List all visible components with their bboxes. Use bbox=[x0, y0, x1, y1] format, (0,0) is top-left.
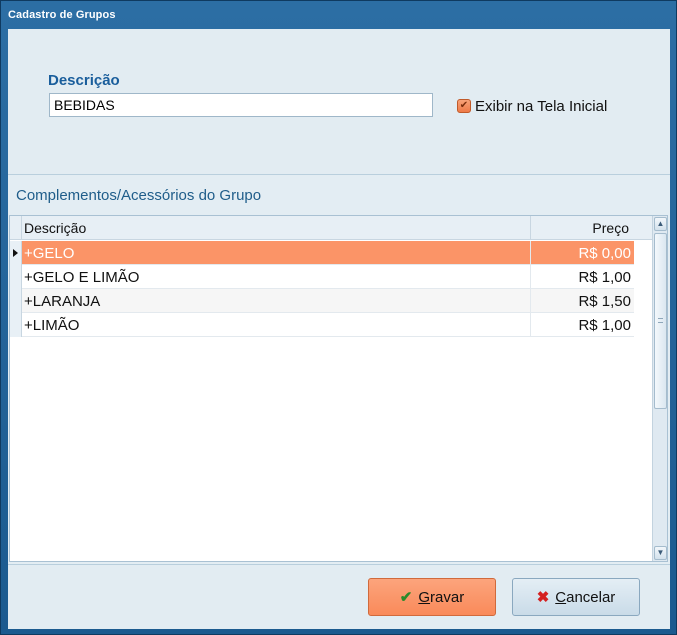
column-header-price[interactable]: Preço bbox=[592, 220, 629, 236]
save-button-label: Gravar bbox=[418, 589, 464, 606]
row-indicator bbox=[10, 241, 22, 265]
cancel-accelerator-key: C bbox=[555, 588, 567, 606]
scrollbar-thumb[interactable] bbox=[654, 233, 667, 409]
cell-price-wrap[interactable]: R$ 1,00 bbox=[530, 265, 634, 289]
grid-header: Descrição Preço bbox=[10, 216, 654, 240]
cell-price[interactable]: R$ 1,00 bbox=[578, 317, 631, 334]
button-bar: ✔ Gravar ✖ Cancelar bbox=[8, 564, 670, 629]
table-row[interactable]: +LARANJA R$ 1,50 bbox=[10, 289, 634, 313]
cancel-label-rest: ancelar bbox=[566, 588, 616, 606]
window-client-area: Descrição ✔ Exibir na Tela Inicial Compl… bbox=[8, 29, 670, 629]
scrollbar-grip-icon bbox=[658, 318, 663, 323]
cell-price-wrap[interactable]: R$ 1,00 bbox=[530, 313, 634, 337]
cell-description[interactable]: +GELO bbox=[24, 245, 74, 262]
save-button[interactable]: ✔ Gravar bbox=[368, 578, 496, 616]
cell-price-wrap[interactable]: R$ 1,50 bbox=[530, 289, 634, 313]
description-label: Descrição bbox=[48, 72, 120, 89]
grid-vertical-scrollbar[interactable]: ▲ ▼ bbox=[652, 216, 667, 561]
current-row-arrow-icon bbox=[13, 249, 18, 257]
complements-section-title: Complementos/Acessórios do Grupo bbox=[16, 187, 262, 204]
description-input[interactable] bbox=[49, 93, 433, 117]
table-row[interactable]: +GELO E LIMÃO R$ 1,00 bbox=[10, 265, 634, 289]
column-header-price-cell[interactable]: Preço bbox=[530, 216, 634, 240]
show-on-home-checkbox[interactable]: ✔ Exibir na Tela Inicial bbox=[457, 98, 607, 115]
cell-price[interactable]: R$ 0,00 bbox=[578, 245, 631, 262]
complements-grid[interactable]: Descrição Preço +GELO R$ 0,00 +GELO E LI… bbox=[9, 215, 668, 562]
row-indicator bbox=[10, 313, 22, 337]
row-indicator bbox=[10, 289, 22, 313]
check-icon: ✔ bbox=[399, 589, 413, 606]
scroll-up-arrow-icon[interactable]: ▲ bbox=[654, 217, 667, 231]
x-icon: ✖ bbox=[536, 589, 550, 606]
scroll-down-arrow-icon[interactable]: ▼ bbox=[654, 546, 667, 560]
checkmark-icon[interactable]: ✔ bbox=[457, 99, 471, 113]
window: Cadastro de Grupos Descrição ✔ Exibir na… bbox=[0, 0, 677, 635]
table-row[interactable]: +LIMÃO R$ 1,00 bbox=[10, 313, 634, 337]
group-info-panel: Descrição ✔ Exibir na Tela Inicial bbox=[8, 29, 670, 175]
cancel-button-label: Cancelar bbox=[555, 589, 615, 606]
table-row[interactable]: +GELO R$ 0,00 bbox=[10, 241, 634, 265]
cell-description[interactable]: +LIMÃO bbox=[24, 317, 79, 334]
column-header-description[interactable]: Descrição bbox=[24, 220, 86, 236]
cell-price[interactable]: R$ 1,50 bbox=[578, 293, 631, 310]
cancel-button[interactable]: ✖ Cancelar bbox=[512, 578, 640, 616]
row-indicator bbox=[10, 265, 22, 289]
save-label-rest: ravar bbox=[430, 588, 465, 606]
cell-description[interactable]: +LARANJA bbox=[24, 293, 100, 310]
save-accelerator-key: G bbox=[418, 588, 431, 606]
header-indicator-cell bbox=[10, 216, 22, 240]
cell-description[interactable]: +GELO E LIMÃO bbox=[24, 269, 139, 286]
show-on-home-label[interactable]: Exibir na Tela Inicial bbox=[475, 98, 607, 115]
cell-price[interactable]: R$ 1,00 bbox=[578, 269, 631, 286]
cell-price-wrap[interactable]: R$ 0,00 bbox=[530, 241, 634, 265]
window-title: Cadastro de Grupos bbox=[8, 9, 116, 21]
